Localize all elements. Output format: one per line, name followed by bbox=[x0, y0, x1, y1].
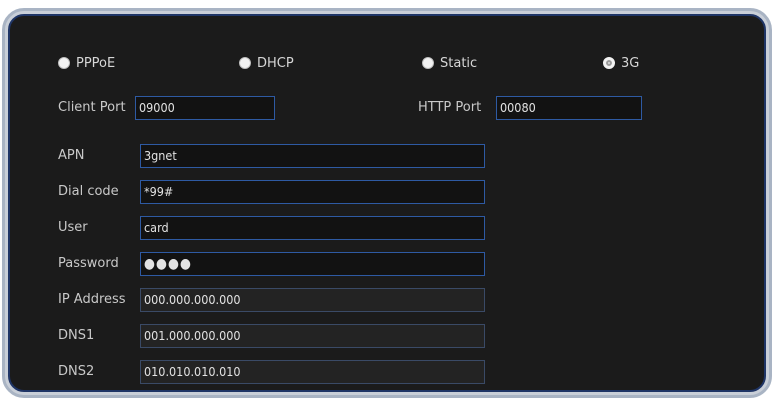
user-label: User bbox=[58, 220, 88, 235]
settings-window-frame: PPPoE DHCP Static 3G Client Port 09000 H… bbox=[2, 8, 772, 398]
radio-static-label: Static bbox=[440, 55, 478, 71]
dial-code-label: Dial code bbox=[58, 184, 119, 199]
http-port-label: HTTP Port bbox=[418, 100, 482, 115]
password-mask: ●●●● bbox=[144, 256, 192, 272]
dns1-label: DNS1 bbox=[58, 328, 95, 343]
user-input[interactable]: card bbox=[140, 216, 485, 240]
radio-pppoe[interactable]: PPPoE bbox=[58, 53, 115, 73]
client-port-input[interactable]: 09000 bbox=[135, 96, 275, 120]
network-settings-panel: PPPoE DHCP Static 3G Client Port 09000 H… bbox=[8, 14, 766, 392]
client-port-label: Client Port bbox=[58, 100, 126, 115]
radio-dhcp-indicator[interactable] bbox=[239, 57, 251, 69]
radio-3g[interactable]: 3G bbox=[603, 53, 639, 73]
dns2-label: DNS2 bbox=[58, 364, 95, 379]
radio-dhcp-label: DHCP bbox=[257, 55, 294, 71]
radio-pppoe-label: PPPoE bbox=[76, 55, 116, 71]
radio-pppoe-indicator[interactable] bbox=[58, 57, 70, 69]
radio-static[interactable]: Static bbox=[422, 53, 477, 73]
apn-input[interactable]: 3gnet bbox=[140, 144, 485, 168]
dial-code-input[interactable]: *99# bbox=[140, 180, 485, 204]
http-port-input[interactable]: 00080 bbox=[496, 96, 642, 120]
password-label: Password bbox=[58, 256, 119, 271]
ip-address-input[interactable]: 000.000.000.000 bbox=[140, 288, 485, 312]
radio-static-indicator[interactable] bbox=[422, 57, 434, 69]
radio-dhcp[interactable]: DHCP bbox=[239, 53, 294, 73]
dns2-input[interactable]: 010.010.010.010 bbox=[140, 360, 485, 384]
dns1-input[interactable]: 001.000.000.000 bbox=[140, 324, 485, 348]
radio-3g-label: 3G bbox=[621, 55, 640, 71]
ip-address-label: IP Address bbox=[58, 292, 126, 307]
apn-label: APN bbox=[58, 148, 85, 163]
password-input[interactable]: ●●●● bbox=[140, 252, 485, 276]
radio-3g-indicator[interactable] bbox=[603, 57, 615, 69]
